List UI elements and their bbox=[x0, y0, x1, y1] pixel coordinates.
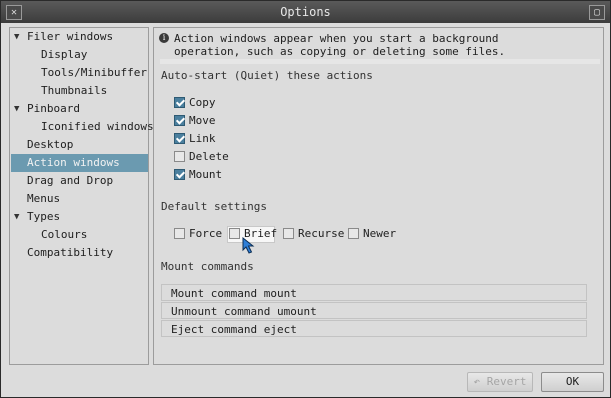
info-text: Action windows appear when you start a b… bbox=[174, 32, 506, 58]
sidebar-item-display[interactable]: Display bbox=[11, 46, 148, 64]
info-icon: i bbox=[159, 33, 169, 43]
sidebar-item-tools-minibuffer[interactable]: Tools/Minibuffer bbox=[11, 64, 148, 82]
close-icon: ✕ bbox=[10, 7, 18, 18]
eject-command-entry[interactable]: Eject command eject bbox=[161, 320, 587, 337]
default-settings-heading: Default settings bbox=[161, 200, 267, 213]
undo-icon: ↶ bbox=[473, 375, 481, 388]
pointer-cursor-icon bbox=[242, 237, 255, 254]
window-title: Options bbox=[280, 5, 331, 19]
sidebar-item-thumbnails[interactable]: Thumbnails bbox=[11, 82, 148, 100]
checkbox-box[interactable] bbox=[174, 228, 185, 239]
checkbox-box[interactable] bbox=[283, 228, 294, 239]
checkbox-box[interactable] bbox=[174, 133, 185, 144]
unmount-command-entry[interactable]: Unmount command umount bbox=[161, 302, 587, 319]
expander-triangle-icon[interactable]: ▼ bbox=[14, 100, 19, 118]
sidebar-item-filer-windows[interactable]: ▼ Filer windows bbox=[11, 28, 148, 46]
sidebar-item-colours[interactable]: Colours bbox=[11, 226, 148, 244]
autostart-heading: Auto-start (Quiet) these actions bbox=[161, 69, 373, 82]
ok-button[interactable]: OK bbox=[541, 372, 604, 392]
sidebar-item-types[interactable]: ▼ Types bbox=[11, 208, 148, 226]
maximize-icon: ▢ bbox=[593, 7, 601, 18]
sidebar-item-action-windows[interactable]: Action windows bbox=[11, 154, 148, 172]
sidebar-item-drag-and-drop[interactable]: Drag and Drop bbox=[11, 172, 148, 190]
sidebar-item-iconified-windows[interactable]: Iconified windows bbox=[11, 118, 154, 136]
sidebar-item-menus[interactable]: Menus bbox=[11, 190, 148, 208]
expander-triangle-icon[interactable]: ▼ bbox=[14, 208, 19, 226]
checkbox-box[interactable] bbox=[174, 115, 185, 126]
close-button[interactable]: ✕ bbox=[6, 5, 22, 20]
checkbox-box[interactable] bbox=[174, 97, 185, 108]
options-window: ✕ Options ▢ ▼ Filer windows Display Tools… bbox=[0, 0, 611, 398]
mount-commands-heading: Mount commands bbox=[161, 260, 254, 273]
maximize-button[interactable]: ▢ bbox=[589, 5, 605, 20]
checkbox-box[interactable] bbox=[348, 228, 359, 239]
expander-triangle-icon[interactable]: ▼ bbox=[14, 28, 19, 46]
action-windows-panel: i Action windows appear when you start a… bbox=[153, 27, 604, 365]
sections-tree[interactable]: ▼ Filer windows Display Tools/Minibuffer … bbox=[9, 27, 154, 365]
revert-button[interactable]: ↶ Revert bbox=[467, 372, 533, 392]
checkbox-box[interactable] bbox=[174, 169, 185, 180]
checkbox-box[interactable] bbox=[229, 228, 240, 239]
divider bbox=[160, 59, 600, 64]
title-bar[interactable]: ✕ Options ▢ bbox=[1, 1, 610, 23]
sidebar-item-pinboard[interactable]: ▼ Pinboard bbox=[11, 100, 148, 118]
checkbox-box[interactable] bbox=[174, 151, 185, 162]
sidebar-item-compatibility[interactable]: Compatibility bbox=[11, 244, 148, 262]
mount-command-entry[interactable]: Mount command mount bbox=[161, 284, 587, 301]
sidebar-item-desktop[interactable]: Desktop bbox=[11, 136, 148, 154]
